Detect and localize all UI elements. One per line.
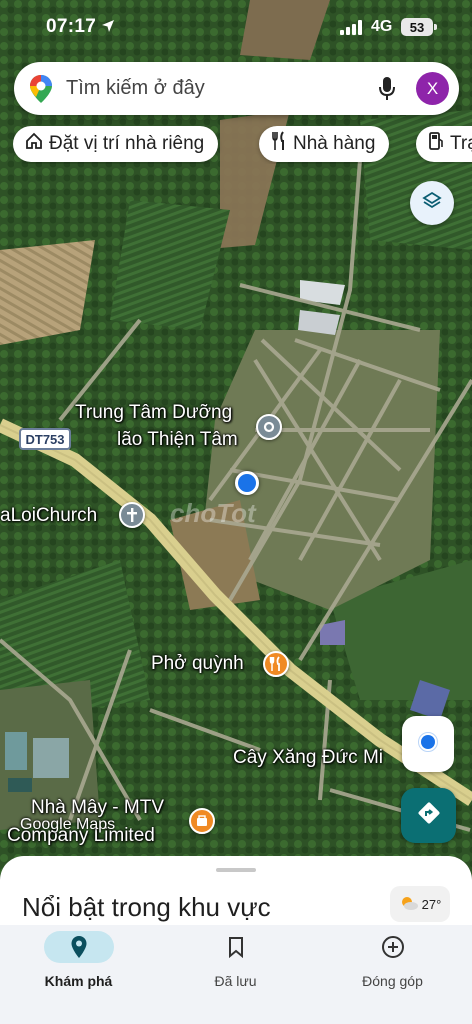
place-label-line2[interactable]: lão Thiện Tâm	[117, 429, 238, 451]
directions-button[interactable]	[401, 788, 456, 843]
location-arrow-icon	[101, 19, 115, 38]
place-label-line1[interactable]: Trung Tâm Dưỡng	[75, 402, 232, 424]
place-label-church[interactable]: aLoiChurch	[0, 505, 97, 527]
status-time: 07:17	[46, 16, 97, 37]
chip-label: Nhà hàng	[293, 133, 376, 154]
battery-icon: 53	[401, 18, 437, 36]
weather-partly-cloudy-icon	[399, 895, 419, 914]
google-maps-attribution: Google Maps	[20, 816, 116, 833]
chip-set-home[interactable]: Đặt vị trí nhà riêng	[13, 126, 219, 162]
chip-gas-stations[interactable]: Trạm xăng	[416, 126, 472, 162]
bookmark-icon	[201, 931, 271, 963]
road-shield-dt753: DT753	[19, 428, 71, 450]
church-icon[interactable]	[119, 502, 145, 528]
place-pin-icon[interactable]	[256, 414, 282, 440]
search-bar[interactable]: Tìm kiếm ở đây X	[14, 62, 459, 115]
add-circle-icon	[358, 931, 428, 963]
microphone-icon[interactable]	[378, 76, 396, 107]
nav-contribute[interactable]: Đóng góp	[314, 925, 471, 1024]
shop-icon[interactable]	[189, 808, 215, 834]
network-type: 4G	[371, 18, 393, 35]
place-label-gas-station[interactable]: Cây Xăng Đức Mi	[233, 747, 383, 769]
nav-label: Đã lưu	[214, 973, 257, 989]
gas-station-icon	[428, 131, 444, 157]
google-maps-pin-icon	[28, 74, 54, 109]
bottom-navigation: Khám phá Đã lưu Đóng góp	[0, 925, 472, 1024]
weather-badge[interactable]: 27°	[390, 886, 450, 922]
category-chips: Đặt vị trí nhà riêng Nhà hàng Trạm xăng	[13, 126, 472, 164]
my-location-button[interactable]	[402, 716, 454, 772]
current-location-dot	[235, 471, 259, 495]
sheet-title: Nổi bật trong khu vực	[22, 892, 271, 922]
restaurant-icon[interactable]	[263, 651, 289, 677]
nav-label: Khám phá	[44, 973, 113, 989]
cellular-signal-icon	[340, 20, 362, 35]
sheet-drag-handle[interactable]	[216, 868, 256, 872]
layers-button[interactable]	[410, 181, 454, 225]
status-bar: 07:17 4G 53	[0, 0, 472, 56]
layers-icon	[421, 190, 443, 217]
temperature: 27°	[421, 896, 442, 912]
chip-label: Đặt vị trí nhà riêng	[49, 133, 205, 154]
explore-pin-icon	[43, 931, 114, 963]
directions-icon	[416, 800, 442, 831]
account-avatar[interactable]: X	[416, 72, 449, 105]
restaurant-icon	[271, 131, 287, 157]
my-location-icon	[416, 730, 440, 759]
chip-label: Trạm xăng	[450, 133, 472, 154]
nav-explore[interactable]: Khám phá	[0, 925, 157, 1024]
search-input[interactable]: Tìm kiếm ở đây	[66, 77, 205, 100]
watermark: choTot	[170, 498, 256, 528]
home-icon	[25, 132, 43, 156]
nav-label: Đóng góp	[362, 973, 423, 989]
place-label-restaurant[interactable]: Phở quỳnh	[151, 653, 244, 675]
chip-restaurants[interactable]: Nhà hàng	[259, 126, 390, 162]
nav-saved[interactable]: Đã lưu	[157, 925, 314, 1024]
